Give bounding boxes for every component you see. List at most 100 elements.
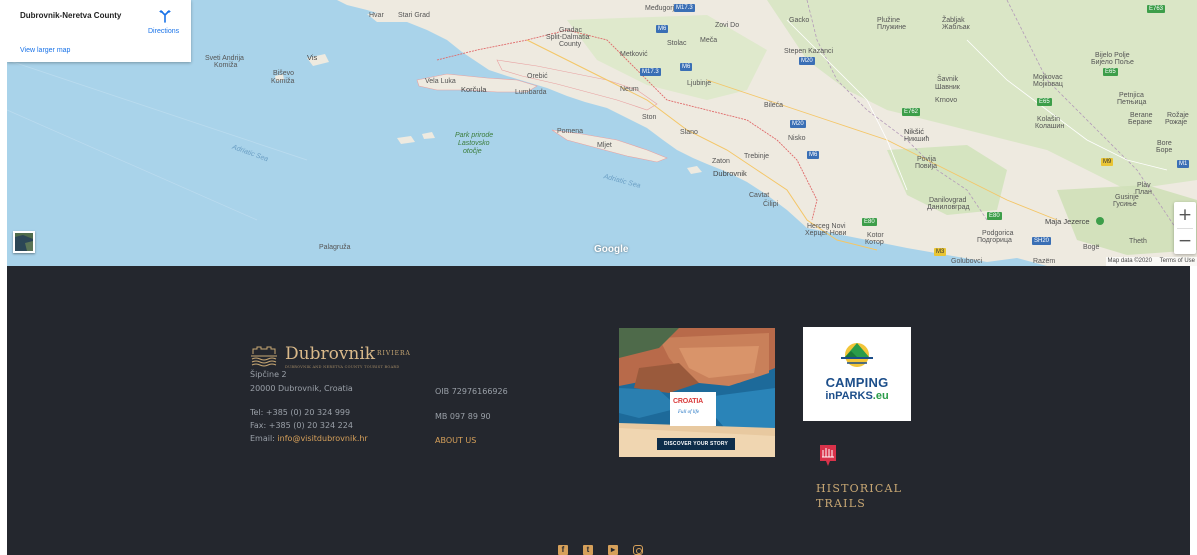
- road-shield: E65: [1037, 98, 1052, 106]
- view-larger-map-link[interactable]: View larger map: [20, 47, 70, 54]
- phone-number: Tel: +385 (0) 20 324 999: [250, 408, 351, 417]
- map-label: Херцег Нови: [805, 230, 847, 237]
- map-label: Плужине: [877, 24, 907, 31]
- map-label: Рожаје: [1165, 119, 1188, 126]
- map-label: Orebić: [527, 73, 548, 80]
- map-label: Komiža: [214, 62, 238, 69]
- road-shield: M3: [934, 248, 947, 256]
- camping-line2: inPARKS.eu: [803, 390, 911, 402]
- logo-subline: DUBROVNIK AND NERETVA COUNTY TOURIST BOA…: [285, 365, 400, 369]
- address-street: Šipčine 2: [250, 370, 287, 379]
- zoom-out-button[interactable]: −: [1174, 228, 1196, 254]
- map-label: Korčula: [461, 85, 487, 94]
- logo-wordmark: Dubrovnik RIVIERA DUBROVNIK AND NERETVA …: [285, 344, 425, 370]
- youtube-icon[interactable]: ▸: [608, 545, 618, 555]
- road-shield: M6: [656, 25, 669, 33]
- map-label: Bileća: [764, 102, 784, 109]
- map-label: Бијело Поље: [1091, 59, 1134, 66]
- map-label: Čilipi: [763, 201, 779, 208]
- map-label: Komiža: [271, 78, 295, 85]
- map-label: Hvar: [369, 12, 384, 19]
- map-label: Razëm: [1033, 258, 1056, 265]
- road-shield: M1: [1177, 160, 1190, 168]
- twitter-icon[interactable]: t: [583, 545, 593, 555]
- logo-brand: Dubrovnik: [285, 344, 376, 364]
- email-link[interactable]: info@visitdubrovnik.hr: [277, 434, 367, 443]
- oib-number: OIB 72976166926: [435, 387, 508, 396]
- road-shield: M6: [807, 151, 820, 159]
- map-label: Шавник: [935, 84, 960, 91]
- road-shield: E80: [987, 212, 1002, 220]
- historical-trails-line2[interactable]: TRAILS: [816, 497, 866, 510]
- map-label: Stari Grad: [398, 12, 430, 19]
- map-label: Trebinje: [744, 153, 770, 160]
- map-label: Lastovsko: [458, 140, 490, 147]
- map-label: Neum: [620, 86, 639, 93]
- map-label: Даниловград: [927, 204, 970, 211]
- road-shield: M20: [790, 120, 806, 128]
- map-label: Slano: [680, 129, 698, 136]
- about-us-link[interactable]: ABOUT US: [435, 436, 476, 445]
- road-shield: E763: [1147, 5, 1166, 13]
- map-label: Nikšić: [904, 127, 924, 136]
- camping-in-parks-logo[interactable]: CAMPING inPARKS.eu: [803, 327, 911, 421]
- road-shield: M6: [680, 63, 693, 71]
- map-label: Беране: [1128, 119, 1153, 126]
- directions-link[interactable]: Directions: [148, 28, 179, 35]
- map-label: Bogë: [1083, 244, 1100, 251]
- map-label: Nisko: [788, 135, 806, 142]
- map-label: Петњица: [1117, 99, 1147, 106]
- historical-trails-icon[interactable]: [818, 443, 838, 467]
- map-attribution: Map data ©2020 Terms of Use: [1105, 257, 1197, 266]
- map-label: Maja Jezerce: [1045, 217, 1090, 226]
- map-label: Lumbarda: [515, 89, 547, 96]
- map-label: Ljubinje: [687, 80, 712, 87]
- croatia-wordmark: CROATIA: [673, 398, 703, 405]
- map-place-name: Dubrovnik-Neretva County: [20, 11, 122, 20]
- embedded-map[interactable]: Hvar Stari Grad Vis Sveti Andrija Komiža…: [7, 0, 1197, 266]
- map-label: Stolac: [667, 40, 687, 47]
- road-shield: M9: [1101, 158, 1114, 166]
- facebook-icon[interactable]: f: [558, 545, 568, 555]
- croatia-tagline: Full of life: [678, 410, 700, 415]
- road-shield: M17.3: [674, 4, 695, 12]
- camping-line2-main: inPARKS: [825, 390, 873, 402]
- map-label: Никшић: [904, 136, 930, 143]
- zoom-control: + −: [1174, 202, 1196, 254]
- map-label: Повија: [915, 163, 938, 170]
- map-label: Ston: [642, 114, 657, 121]
- road-shield: M17.3: [640, 68, 661, 76]
- croatia-banner[interactable]: CROATIA Full of life DISCOVER YOUR STORY: [619, 328, 775, 457]
- social-links: f t ▸: [558, 545, 643, 555]
- directions-icon[interactable]: [158, 9, 172, 23]
- map-label: Dubrovnik: [713, 169, 747, 178]
- zoom-in-button[interactable]: +: [1174, 202, 1196, 228]
- email-line: Email: info@visitdubrovnik.hr: [250, 434, 368, 443]
- camping-emblem-icon: [841, 343, 873, 367]
- road-shield: E65: [1103, 68, 1118, 76]
- map-label: Мојковац: [1033, 81, 1063, 88]
- map-label: Mljet: [597, 142, 612, 149]
- map-label: Vis: [307, 53, 318, 62]
- terms-of-use-link[interactable]: Terms of Use: [1160, 258, 1195, 264]
- map-label: Боре: [1156, 147, 1173, 154]
- map-label: Krnovo: [935, 97, 958, 104]
- map-label: Гусиње: [1113, 201, 1137, 208]
- email-label: Email:: [250, 434, 275, 443]
- camping-line2-suffix: .eu: [872, 390, 889, 402]
- road-shield: E80: [862, 218, 877, 226]
- satellite-toggle-button[interactable]: [13, 231, 35, 253]
- logo-riviera: RIVIERA: [377, 350, 411, 357]
- instagram-icon[interactable]: [633, 545, 643, 555]
- map-label: Metković: [620, 51, 648, 58]
- map-label: Котор: [865, 239, 884, 246]
- map-label: Gacko: [789, 17, 810, 24]
- discover-your-story-button[interactable]: DISCOVER YOUR STORY: [657, 438, 735, 450]
- map-label: Palagruža: [319, 244, 351, 251]
- map-label: Vela Luka: [425, 78, 456, 85]
- historical-trails-line1[interactable]: HISTORICAL: [816, 482, 902, 495]
- map-label: Pomena: [557, 128, 584, 135]
- map-label: Zovi Do: [715, 22, 740, 29]
- address-city: 20000 Dubrovnik, Croatia: [250, 384, 353, 393]
- dubrovnik-riviera-logo[interactable]: Dubrovnik RIVIERA DUBROVNIK AND NERETVA …: [249, 344, 425, 370]
